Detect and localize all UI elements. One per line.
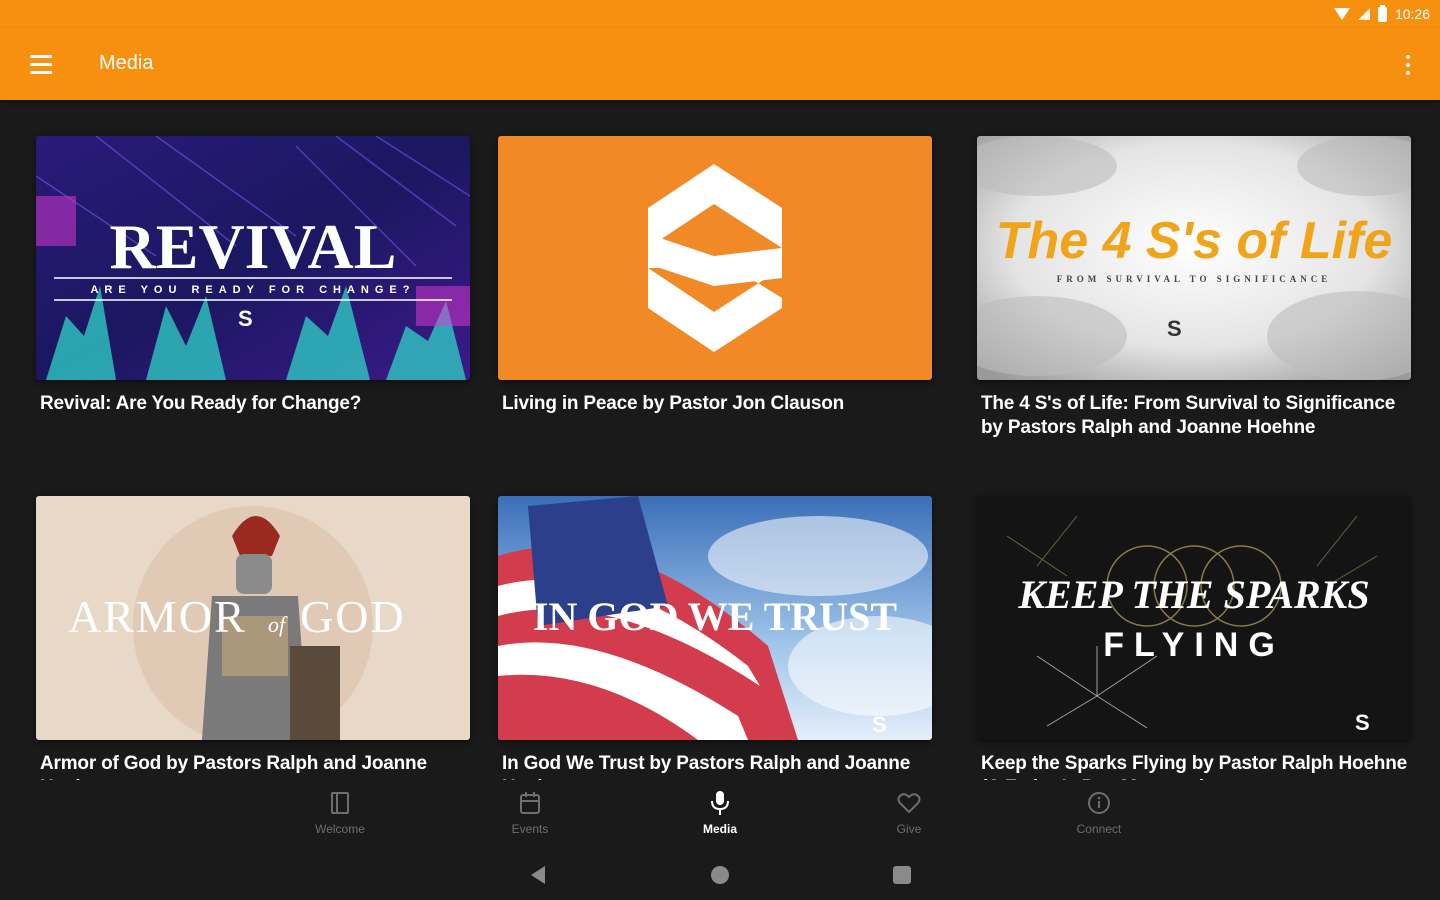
calendar-icon — [517, 790, 543, 816]
church-logo-icon: S — [238, 306, 253, 331]
living-in-peace-artwork — [498, 136, 932, 380]
church-logo-icon: S — [872, 712, 887, 737]
in-god-we-trust-artwork: IN GOD WE TRUST S — [498, 496, 932, 740]
media-title: The 4 S's of Life: From Survival to Sign… — [981, 393, 1396, 438]
armor-of-god-artwork: ARMOR of GOD — [36, 496, 470, 740]
armor-headline-part1: ARMOR — [68, 591, 247, 642]
armor-headline-of: of — [268, 612, 288, 637]
sparks-artwork: KEEP THE SPARKS FLYING S — [977, 496, 1411, 740]
nav-item-connect[interactable]: Connect — [1039, 790, 1159, 836]
back-button[interactable] — [525, 862, 551, 888]
nav-item-welcome[interactable]: Welcome — [280, 790, 400, 836]
media-card-armor-of-god[interactable]: ARMOR of GOD Armor of God by Pastors Ral… — [36, 496, 470, 780]
info-circle-icon — [1086, 790, 1112, 816]
media-card-in-god-we-trust[interactable]: IN GOD WE TRUST S In God We Trust by Pas… — [498, 496, 932, 780]
signal-icon — [1357, 8, 1370, 20]
revival-artwork: REVIVAL ARE YOU READY FOR CHANGE? S — [36, 136, 470, 380]
bottom-navigation: Welcome Events Media Give Connect — [0, 780, 1440, 850]
nav-label: Media — [702, 822, 737, 836]
church-logo-icon: S — [1355, 710, 1370, 735]
nav-item-events[interactable]: Events — [470, 790, 590, 836]
status-bar: 10:26 — [0, 0, 1440, 28]
media-title: Revival: Are You Ready for Change? — [40, 393, 362, 414]
hamburger-menu-icon[interactable] — [24, 50, 58, 78]
media-thumbnail: The 4 S's of Life FROM SURVIVAL TO SIGNI… — [977, 136, 1411, 380]
revival-headline: REVIVAL — [110, 211, 397, 282]
media-title: Armor of God by Pastors Ralph and Joanne… — [40, 753, 427, 780]
nav-label: Welcome — [315, 822, 365, 836]
media-title: Keep the Sparks Flying by Pastor Ralph H… — [981, 753, 1407, 780]
home-circle-icon — [711, 866, 729, 884]
nav-label: Events — [511, 822, 549, 836]
recents-button[interactable] — [889, 862, 915, 888]
overflow-menu-icon[interactable] — [1400, 52, 1416, 78]
nav-label: Connect — [1076, 822, 1122, 836]
media-title: Living in Peace by Pastor Jon Clauson — [502, 393, 845, 414]
media-card-revival[interactable]: REVIVAL ARE YOU READY FOR CHANGE? S Revi… — [36, 136, 470, 416]
four-s-tagline: FROM SURVIVAL TO SIGNIFICANCE — [1057, 274, 1331, 284]
microphone-icon — [707, 790, 733, 816]
status-time: 10:26 — [1394, 6, 1430, 22]
media-title: In God We Trust by Pastors Ralph and Joa… — [502, 753, 911, 780]
battery-icon — [1377, 4, 1387, 22]
nav-item-media[interactable]: Media — [660, 790, 780, 836]
app-bar: Media — [0, 28, 1440, 100]
recents-square-icon — [893, 866, 911, 884]
church-logo-icon: S — [1167, 316, 1182, 341]
media-card-4-s-of-life[interactable]: The 4 S's of Life FROM SURVIVAL TO SIGNI… — [977, 136, 1411, 440]
media-thumbnail — [498, 136, 932, 380]
status-icons: 10:26 — [1333, 4, 1430, 23]
media-thumbnail: ARMOR of GOD — [36, 496, 470, 740]
revival-tagline: ARE YOU READY FOR CHANGE? — [90, 284, 415, 296]
wifi-icon — [1333, 8, 1350, 20]
media-card-living-in-peace[interactable]: Living in Peace by Pastor Jon Clauson — [498, 136, 932, 416]
media-thumbnail: KEEP THE SPARKS FLYING S — [977, 496, 1411, 740]
welcome-book-icon — [327, 790, 353, 816]
system-navigation-bar — [0, 850, 1440, 900]
armor-headline-part2: GOD — [300, 591, 406, 642]
page-title: Media — [99, 52, 154, 74]
four-s-artwork: The 4 S's of Life FROM SURVIVAL TO SIGNI… — [977, 136, 1411, 380]
nav-item-give[interactable]: Give — [849, 790, 969, 836]
nav-label: Give — [896, 822, 922, 836]
trust-headline: IN GOD WE TRUST — [533, 594, 898, 639]
media-thumbnail: REVIVAL ARE YOU READY FOR CHANGE? S — [36, 136, 470, 380]
media-card-keep-the-sparks-flying[interactable]: KEEP THE SPARKS FLYING S Keep the Sparks… — [977, 496, 1411, 780]
heart-icon — [896, 790, 922, 816]
back-triangle-icon — [531, 866, 545, 884]
media-thumbnail: IN GOD WE TRUST S — [498, 496, 932, 740]
sparks-headline-line1: KEEP THE SPARKS — [1017, 572, 1369, 617]
home-button[interactable] — [707, 862, 733, 888]
sparks-headline-line2: FLYING — [1103, 626, 1285, 664]
media-grid: REVIVAL ARE YOU READY FOR CHANGE? S Revi… — [0, 100, 1440, 780]
four-s-headline: The 4 S's of Life — [996, 212, 1393, 270]
